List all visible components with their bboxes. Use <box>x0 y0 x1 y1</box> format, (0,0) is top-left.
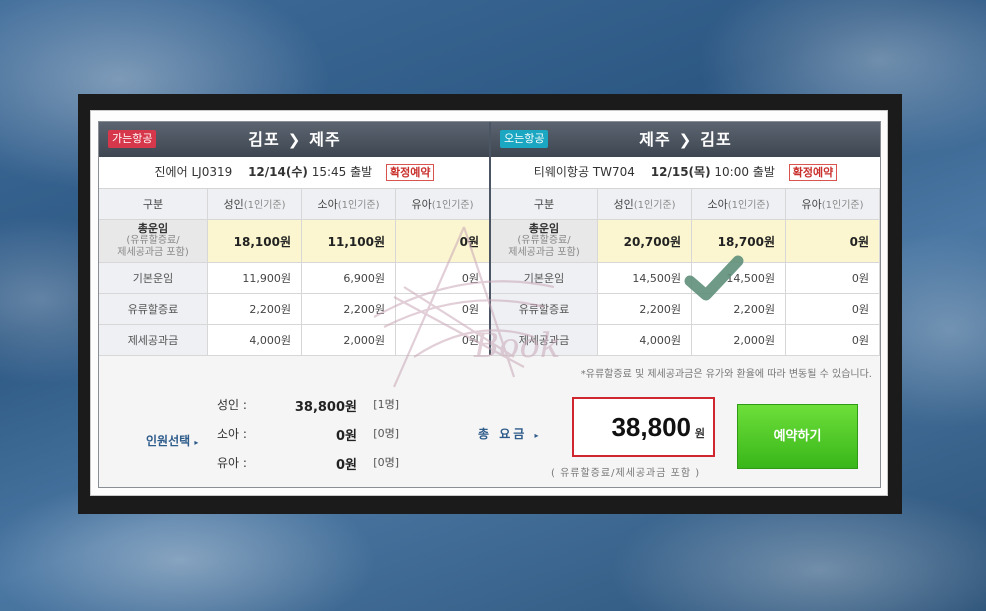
infant-fare: 0원 <box>785 293 880 325</box>
inbound-time: 10:00 출발 <box>714 165 775 179</box>
inbound-header: 오는항공 제주 ❯ 김포 <box>491 122 880 157</box>
outbound-time: 15:45 출발 <box>311 165 373 179</box>
adult-fare: 2,200원 <box>597 293 692 325</box>
adult-fare: 11,900원 <box>207 262 302 294</box>
payment-summary: 인원선택 ▸ 성인 : 38,800원 [1명] 소아 : 0원 [0명] 유아… <box>99 380 880 488</box>
adult-count: [1명] <box>373 398 399 411</box>
infant-fare: 0원 <box>395 219 490 263</box>
child-fare: 2,000원 <box>691 324 786 356</box>
row-label: 기본운임 <box>491 262 598 294</box>
column-header: 성인(1인기준) <box>597 189 692 220</box>
inbound-flight-info: 티웨이항공 TW704 12/15(목) 10:00 출발 확정예약 <box>491 157 880 189</box>
adult-fare: 2,200원 <box>207 293 302 325</box>
fare-notice: *유류할증료 및 제세공과금은 유가와 환율에 따라 변동될 수 있습니다. <box>580 369 872 380</box>
child-amount: 0원 <box>335 429 357 444</box>
chevron-right-icon: ❯ <box>678 131 693 149</box>
inbound-date: 12/15(목) <box>650 165 711 179</box>
infant-fare: 0원 <box>395 324 490 356</box>
outbound-origin: 김포 <box>248 130 280 149</box>
infant-summary-row: 유아 : 0원 [0명] <box>217 454 399 473</box>
infant-fare: 0원 <box>785 219 880 263</box>
inbound-route: 제주 ❯ 김포 <box>491 122 880 158</box>
total-unit: 원 <box>694 427 705 440</box>
child-fare: 2,000원 <box>301 324 396 356</box>
outbound-flight-info: 진에어 LJ0319 12/14(수) 15:45 출발 확정예약 <box>99 157 490 189</box>
table-header-row: 구분 성인(1인기준) 소아(1인기준) 유아(1인기준) <box>99 189 490 220</box>
outbound-status-badge: 확정예약 <box>386 164 435 181</box>
adult-fare: 18,100원 <box>207 219 302 263</box>
child-fare: 11,100원 <box>301 219 396 263</box>
infant-fare: 0원 <box>395 293 490 325</box>
row-label: 유류할증료 <box>99 293 208 325</box>
outbound-flight-no: LJ0319 <box>191 165 233 179</box>
column-header: 유아(1인기준) <box>395 189 490 220</box>
outbound-fare-table: 구분 성인(1인기준) 소아(1인기준) 유아(1인기준) 총운임 (유류할증료… <box>99 189 490 356</box>
caret-right-icon: ▸ <box>534 431 539 440</box>
child-fare: 2,200원 <box>301 293 396 325</box>
passenger-select-title[interactable]: 인원선택 ▸ <box>146 432 198 449</box>
column-header: 구분 <box>491 189 598 220</box>
column-header: 소아(1인기준) <box>691 189 786 220</box>
infant-amount: 0원 <box>335 458 357 473</box>
child-label: 소아 : <box>217 427 247 441</box>
adult-label: 성인 : <box>217 398 247 412</box>
adult-fare: 20,700원 <box>597 219 692 263</box>
infant-fare: 0원 <box>395 262 490 294</box>
row-label: 제세공과금 <box>491 324 598 356</box>
column-header: 유아(1인기준) <box>785 189 880 220</box>
infant-fare: 0원 <box>785 324 880 356</box>
infant-fare: 0원 <box>785 262 880 294</box>
table-row: 총운임 (유류할증료/ 제세공과금 포함) 18,100원 11,100원 0원 <box>99 219 490 263</box>
outbound-header: 가는항공 김포 ❯ 제주 <box>99 122 490 157</box>
fare-summary-container: 가는항공 김포 ❯ 제주 진에어 LJ0319 12/14(수) 15:45 출발 … <box>98 121 881 488</box>
adult-fare: 14,500원 <box>597 262 692 294</box>
total-fare-label: 총운임 (유류할증료/ 제세공과금 포함) <box>491 219 598 263</box>
adult-fare: 4,000원 <box>597 324 692 356</box>
row-label: 기본운임 <box>99 262 208 294</box>
row-label: 제세공과금 <box>99 324 208 356</box>
outbound-date: 12/14(수) <box>248 165 308 179</box>
infant-count: [0명] <box>373 456 399 469</box>
adult-summary-row: 성인 : 38,800원 [1명] <box>217 396 399 415</box>
table-header-row: 구분 성인(1인기준) 소아(1인기준) 유아(1인기준) <box>491 189 880 220</box>
chevron-right-icon: ❯ <box>287 131 302 149</box>
inbound-origin: 제주 <box>639 130 671 149</box>
adult-fare: 4,000원 <box>207 324 302 356</box>
outbound-route: 김포 ❯ 제주 <box>99 122 490 158</box>
total-fare-title: 총 요금 ▸ <box>478 427 539 441</box>
column-header: 성인(1인기준) <box>207 189 302 220</box>
infant-label: 유아 : <box>217 456 247 470</box>
inbound-flight-no: TW704 <box>592 165 635 179</box>
adult-amount: 38,800원 <box>294 400 357 415</box>
table-row: 제세공과금 4,000원 2,000원 0원 <box>99 324 490 356</box>
total-fare-note: ( 유류할증료/제세공과금 포함 ) <box>551 468 701 479</box>
child-summary-row: 소아 : 0원 [0명] <box>217 425 399 444</box>
table-row: 유류할증료 2,200원 2,200원 0원 <box>99 293 490 325</box>
total-fare-label: 총운임 (유류할증료/ 제세공과금 포함) <box>99 219 208 263</box>
child-count: [0명] <box>373 427 399 440</box>
checkmark-icon <box>684 255 744 301</box>
inbound-airline: 티웨이항공 <box>533 165 589 179</box>
inbound-status-badge: 확정예약 <box>788 164 838 181</box>
table-row: 제세공과금 4,000원 2,000원 0원 <box>491 324 880 356</box>
outbound-leg: 가는항공 김포 ❯ 제주 진에어 LJ0319 12/14(수) 15:45 출발 … <box>99 122 490 356</box>
row-label: 유류할증료 <box>491 293 598 325</box>
outbound-destination: 제주 <box>309 130 341 149</box>
outbound-airline: 진에어 <box>154 165 188 179</box>
child-fare: 6,900원 <box>301 262 396 294</box>
total-fare-box: 38,800 원 <box>572 397 715 457</box>
caret-right-icon: ▸ <box>194 438 199 447</box>
inbound-destination: 김포 <box>700 130 732 149</box>
column-header: 구분 <box>99 189 208 220</box>
reserve-button[interactable]: 예약하기 <box>737 404 858 469</box>
table-row: 기본운임 11,900원 6,900원 0원 <box>99 262 490 294</box>
column-header: 소아(1인기준) <box>301 189 396 220</box>
inbound-leg: 오는항공 제주 ❯ 김포 티웨이항공 TW704 12/15(목) 10:00 출발… <box>491 122 880 356</box>
total-amount: 38,800 <box>611 412 691 442</box>
